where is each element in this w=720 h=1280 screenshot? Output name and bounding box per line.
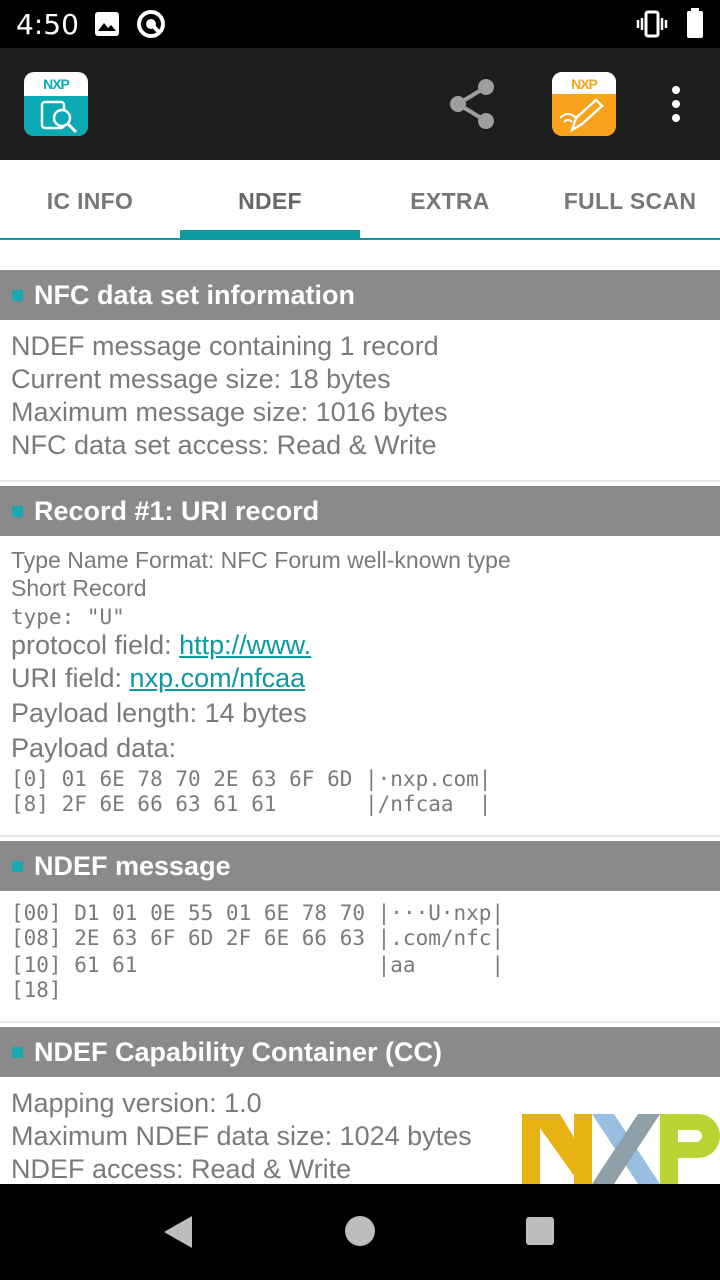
ndef-hex-line: [00] D1 01 0E 55 01 6E 78 70 |···U·nxp| — [11, 901, 505, 925]
app-bar: NXP NXP — [0, 48, 720, 160]
record-payload-length: Payload length: 14 bytes — [11, 698, 307, 728]
home-icon[interactable] — [345, 1216, 375, 1246]
nfc-info-title: NFC data set information — [34, 280, 356, 310]
record-uri-field: URI field: nxp.com/nfcaa — [11, 663, 305, 694]
record-protocol-field: protocol field: http://www. — [11, 630, 311, 661]
tab-full-scan[interactable]: FULL SCAN — [540, 160, 720, 240]
ndef-hex-line: [10] 61 61 |aa | — [11, 953, 505, 977]
record-title: Record #1: URI record — [34, 496, 320, 526]
app-logo-text: NXP — [43, 76, 70, 92]
section-divider — [0, 480, 720, 482]
write-app-icon[interactable]: NXP — [552, 72, 616, 136]
section-bullet-icon — [12, 1047, 23, 1058]
active-tab-indicator — [180, 230, 360, 240]
protocol-link[interactable]: http://www. — [179, 630, 311, 660]
tab-extra[interactable]: EXTRA — [360, 160, 540, 240]
protocol-label: protocol field: — [11, 630, 180, 660]
sync-notification-icon — [136, 9, 166, 44]
record-payload-label: Payload data: — [11, 733, 177, 763]
vibrate-icon — [636, 10, 668, 43]
nfc-info-line: Maximum message size: 1016 bytes — [11, 397, 448, 427]
uri-link[interactable]: nxp.com/nfcaa — [130, 663, 306, 693]
battery-icon — [686, 8, 704, 43]
cc-header: NDEF Capability Container (CC) — [0, 1027, 720, 1077]
section-divider — [0, 1021, 720, 1023]
record-header: Record #1: URI record — [0, 486, 720, 536]
record-type: type: "U" — [11, 605, 125, 629]
status-bar: 4:50 — [0, 0, 720, 48]
nfc-info-line: NFC data set access: Read & Write — [11, 430, 437, 460]
ndef-hex-line: [18] — [11, 978, 62, 1002]
ndef-hex-line: [08] 2E 63 6F 6D 2F 6E 66 63 |.com/nfc| — [11, 926, 505, 950]
tab-ic-info[interactable]: IC INFO — [0, 160, 180, 240]
section-bullet-icon — [12, 506, 23, 517]
ndef-message-title: NDEF message — [34, 851, 231, 881]
cc-line: Maximum NDEF data size: 1024 bytes — [11, 1121, 472, 1151]
tab-ndef[interactable]: NDEF — [180, 160, 360, 240]
uri-label: URI field: — [11, 663, 130, 693]
record-hex-line: [0] 01 6E 78 70 2E 63 6F 6D |·nxp.com| — [11, 767, 492, 791]
record-hex-line: [8] 2F 6E 66 63 61 61 |/nfcaa | — [11, 792, 492, 816]
share-icon[interactable] — [444, 78, 500, 135]
section-bullet-icon — [12, 290, 23, 301]
cc-title: NDEF Capability Container (CC) — [34, 1037, 443, 1067]
section-bullet-icon — [12, 861, 23, 872]
ndef-message-header: NDEF message — [0, 841, 720, 891]
nfc-info-line: Current message size: 18 bytes — [11, 364, 391, 394]
image-notification-icon — [94, 11, 120, 42]
section-divider — [0, 835, 720, 837]
cc-line: NDEF access: Read & Write — [11, 1154, 352, 1184]
record-short-record: Short Record — [11, 575, 147, 601]
record-tnf: Type Name Format: NFC Forum well-known t… — [11, 547, 511, 573]
tab-bar: IC INFO NDEF EXTRA FULL SCAN — [0, 160, 720, 240]
app-logo-icon[interactable]: NXP — [24, 72, 88, 136]
recent-apps-icon[interactable] — [526, 1217, 554, 1245]
nfc-info-line: NDEF message containing 1 record — [11, 331, 439, 361]
screen: 4:50 NXP NXP IC INFO NDEF EXTRA FULL SCA… — [0, 0, 720, 1280]
cc-line: Mapping version: 1.0 — [11, 1088, 262, 1118]
nxp-logo-icon — [520, 1108, 720, 1189]
status-time: 4:50 — [16, 8, 79, 41]
write-logo-text: NXP — [571, 76, 598, 92]
nfc-info-header: NFC data set information — [0, 270, 720, 320]
app-logo-base — [24, 96, 88, 136]
back-icon[interactable] — [162, 1214, 194, 1255]
navigation-bar — [0, 1184, 720, 1280]
more-options-icon[interactable] — [664, 84, 688, 129]
